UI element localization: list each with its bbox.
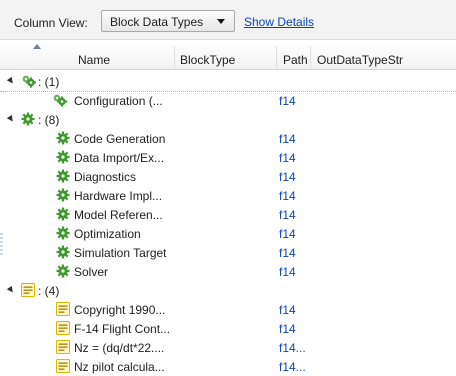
- annotation-icon: [56, 321, 70, 335]
- gear-icon: [56, 226, 70, 240]
- annotation-icon: [56, 340, 70, 354]
- gear-icon: [56, 245, 70, 259]
- tree-item-name: Nz pilot calcula...: [74, 360, 165, 374]
- column-divider[interactable]: [174, 46, 175, 68]
- tree-item-row[interactable]: Optimization f14: [0, 224, 456, 243]
- tree-group-row[interactable]: : (4): [0, 281, 456, 300]
- tree-item-row[interactable]: Hardware Impl... f14: [0, 186, 456, 205]
- tree-item-row[interactable]: Model Referen... f14: [0, 205, 456, 224]
- gear-icon: [21, 112, 35, 126]
- tree-item-path-link[interactable]: f14...: [279, 360, 306, 374]
- toolbar: Column View: Block Data Types Show Detai…: [0, 0, 456, 40]
- annotation-icon: [56, 302, 70, 316]
- column-divider[interactable]: [310, 46, 311, 68]
- tree-item-path-link[interactable]: f14: [279, 303, 296, 317]
- tree-item-name: Data Import/Ex...: [74, 151, 165, 165]
- tree-item-path-link[interactable]: f14...: [279, 341, 306, 355]
- tree-item-name: Optimization: [74, 227, 141, 241]
- chevron-down-icon[interactable]: [217, 19, 225, 24]
- tree-item-path-link[interactable]: f14: [279, 208, 296, 222]
- tree-group-row[interactable]: : (8): [0, 110, 456, 129]
- tree-group-label: : (4): [38, 284, 60, 298]
- tree-item-row[interactable]: Code Generation f14: [0, 129, 456, 148]
- tree-item-row[interactable]: Nz pilot calcula... f14...: [0, 357, 456, 376]
- column-view-value: Block Data Types: [110, 15, 204, 29]
- tree-item-row[interactable]: Configuration (... f14: [0, 91, 456, 110]
- tree-item-row[interactable]: Solver f14: [0, 262, 456, 281]
- tree-item-name: Copyright 1990...: [74, 303, 166, 317]
- tree-group-label: : (1): [38, 75, 60, 89]
- tree-item-path-link[interactable]: f14: [279, 151, 296, 165]
- column-header-blocktype[interactable]: BlockType: [180, 53, 235, 67]
- show-details-link[interactable]: Show Details: [244, 15, 314, 29]
- gear-icon: [56, 150, 70, 164]
- tree-item-name: Nz = (dq/dt*22....: [74, 341, 165, 355]
- tree-item-row[interactable]: F-14 Flight Cont... f14: [0, 319, 456, 338]
- sort-ascending-icon[interactable]: [33, 44, 41, 49]
- tree-item-name: Code Generation: [74, 132, 166, 146]
- tree-item-name: Model Referen...: [74, 208, 163, 222]
- tree-item-row[interactable]: Data Import/Ex... f14: [0, 148, 456, 167]
- tree-group-row[interactable]: : (1): [0, 72, 456, 92]
- gear-icon: [56, 188, 70, 202]
- expand-arrow-icon[interactable]: [6, 114, 16, 124]
- tree-item-row[interactable]: Nz = (dq/dt*22.... f14...: [0, 338, 456, 357]
- tree-item-row[interactable]: Copyright 1990... f14: [0, 300, 456, 319]
- tree-item-path-link[interactable]: f14: [279, 170, 296, 184]
- gear-icon: [56, 131, 70, 145]
- tree-item-path-link[interactable]: f14: [279, 322, 296, 336]
- column-header-name[interactable]: Name: [78, 53, 110, 67]
- tree-item-name: Hardware Impl...: [74, 189, 163, 203]
- column-header-outdatatypestr[interactable]: OutDataTypeStr: [317, 53, 403, 67]
- tree-item-row[interactable]: Diagnostics f14: [0, 167, 456, 186]
- tree-group-label: : (8): [38, 113, 60, 127]
- tree-item-name: Configuration (...: [74, 94, 163, 108]
- column-header-path[interactable]: Path: [283, 53, 308, 67]
- tree-item-name: Simulation Target: [74, 246, 167, 260]
- annotation-icon: [21, 283, 35, 297]
- tree-item-path-link[interactable]: f14: [279, 246, 296, 260]
- annotation-icon: [56, 359, 70, 373]
- gear-icon: [56, 264, 70, 278]
- tree-item-path-link[interactable]: f14: [279, 132, 296, 146]
- model-tree: : (1) Configuration (... f14 : (8) Code Gene…: [0, 70, 456, 375]
- tree-item-path-link[interactable]: f14: [279, 265, 296, 279]
- tree-item-path-link[interactable]: f14: [279, 94, 296, 108]
- column-divider[interactable]: [276, 46, 277, 68]
- tree-item-name: Solver: [74, 265, 109, 279]
- configuration-set-icon: [21, 74, 36, 88]
- tree-item-name: F-14 Flight Cont...: [74, 322, 171, 336]
- gear-icon: [56, 207, 70, 221]
- tree-item-path-link[interactable]: f14: [279, 189, 296, 203]
- configuration-set-icon: [52, 93, 67, 107]
- tree-item-name: Diagnostics: [74, 170, 137, 184]
- gear-icon: [56, 169, 70, 183]
- column-header: Name BlockType Path OutDataTypeStr: [0, 40, 456, 70]
- expand-arrow-icon[interactable]: [6, 76, 16, 86]
- expand-arrow-icon[interactable]: [6, 285, 16, 295]
- column-view-label: Column View:: [14, 16, 88, 30]
- tree-item-path-link[interactable]: f14: [279, 227, 296, 241]
- tree-item-row[interactable]: Simulation Target f14: [0, 243, 456, 262]
- column-view-dropdown[interactable]: Block Data Types: [101, 10, 235, 32]
